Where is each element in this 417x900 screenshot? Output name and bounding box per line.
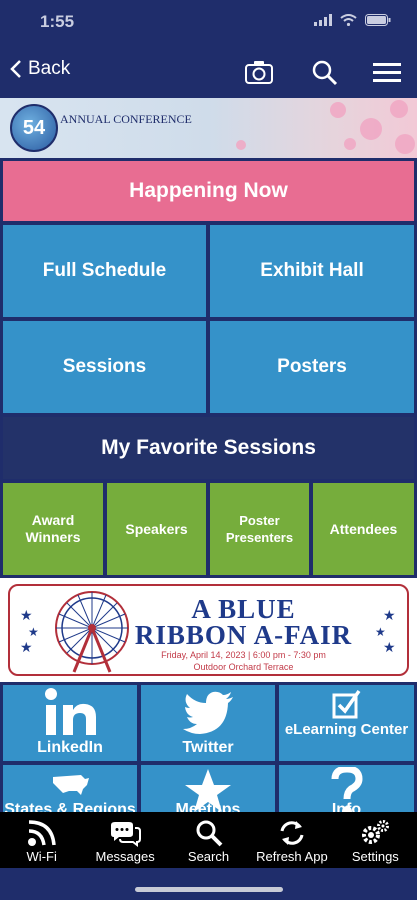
bottom-tab-bar: Wi-Fi Messages Search Refresh App Settin… xyxy=(0,812,417,868)
exhibit-hall-button[interactable]: Exhibit Hall xyxy=(210,225,414,317)
tab-refresh-app[interactable]: Refresh App xyxy=(250,812,333,868)
gear-icon xyxy=(362,820,390,844)
blossom-decoration xyxy=(344,138,356,150)
tab-settings[interactable]: Settings xyxy=(334,812,417,868)
blossom-decoration xyxy=(236,140,246,150)
linkedin-button[interactable]: LinkedIn xyxy=(3,685,137,761)
blossom-decoration xyxy=(395,134,415,154)
award-winners-button[interactable]: Award Winners xyxy=(3,483,103,575)
tab-settings-label: Settings xyxy=(351,849,399,864)
full-schedule-button[interactable]: Full Schedule xyxy=(3,225,206,317)
info-button[interactable]: Info xyxy=(279,765,414,812)
my-favorite-sessions-button[interactable]: My Favorite Sessions xyxy=(3,417,414,479)
status-bar: 1:55 xyxy=(0,0,417,44)
meetups-button[interactable]: Meetups xyxy=(141,765,275,812)
attendees-label: Attendees xyxy=(329,521,398,537)
tab-wifi-label: Wi-Fi xyxy=(26,849,57,864)
back-button[interactable]: Back xyxy=(10,58,70,80)
twitter-label: Twitter xyxy=(182,739,234,756)
chevron-left-icon xyxy=(10,60,21,78)
status-icons xyxy=(314,14,391,26)
tab-messages[interactable]: Messages xyxy=(83,812,166,868)
messages-icon xyxy=(111,822,142,847)
tab-wifi[interactable]: Wi-Fi xyxy=(0,812,83,868)
info-label: Info xyxy=(331,801,362,812)
conference-banner: 54 ANNUAL CONFERENCE xyxy=(0,98,417,158)
blossom-decoration xyxy=(330,102,346,118)
banner-conference-title: ANNUAL CONFERENCE xyxy=(60,112,192,126)
refresh-icon xyxy=(280,821,304,845)
fair-title-line2: RIBBON A-FAIR xyxy=(134,620,353,650)
fair-location: Outdoor Orchard Terrace xyxy=(193,662,294,672)
meetups-label: Meetups xyxy=(175,801,241,812)
navigation-bar: Back xyxy=(0,44,417,98)
states-regions-button[interactable]: States & Regions xyxy=(3,765,137,812)
menu-icon[interactable] xyxy=(372,58,402,86)
wifi-status-icon xyxy=(340,14,357,26)
sessions-button[interactable]: Sessions xyxy=(3,321,206,413)
blossom-decoration xyxy=(390,100,408,118)
camera-icon[interactable] xyxy=(244,58,274,86)
tab-refresh-label: Refresh App xyxy=(256,849,328,864)
status-time: 1:55 xyxy=(40,12,75,31)
tab-search-label: Search xyxy=(187,849,230,864)
elearning-center-button[interactable]: eLearning Center xyxy=(279,685,414,761)
back-label: Back xyxy=(28,58,71,79)
checkbox-icon xyxy=(332,689,361,719)
search-icon xyxy=(196,820,222,847)
sessions-label: Sessions xyxy=(62,356,147,377)
twitter-button[interactable]: Twitter xyxy=(141,685,275,761)
tab-messages-label: Messages xyxy=(95,849,155,864)
home-indicator-area xyxy=(0,868,417,900)
search-icon[interactable] xyxy=(310,58,340,86)
posters-label: Posters xyxy=(277,356,347,377)
fair-frame: ★ ★ ★ ★ ★ ★ A BLUE RIBBON A-FAIR Friday, Apr… xyxy=(8,584,409,676)
signal-icon xyxy=(314,14,332,26)
exhibit-hall-label: Exhibit Hall xyxy=(260,260,364,281)
attendees-button[interactable]: Attendees xyxy=(313,483,414,575)
states-regions-label: States & Regions xyxy=(4,801,136,812)
twitter-icon xyxy=(183,691,233,734)
home-indicator[interactable] xyxy=(135,887,283,892)
us-map-icon xyxy=(53,775,89,795)
happening-now-label: Happening Now xyxy=(129,179,288,202)
award-winners-label: Award Winners xyxy=(25,512,81,545)
fair-date: Friday, April 14, 2023 | 6:00 pm - 7:30 … xyxy=(161,650,326,660)
blossom-decoration xyxy=(360,118,382,140)
blue-ribbon-fair-banner[interactable]: ★ ★ ★ ★ ★ ★ A BLUE RIBBON A-FAIR Friday, Apr… xyxy=(0,578,417,682)
happening-now-button[interactable]: Happening Now xyxy=(3,161,414,221)
speakers-label: Speakers xyxy=(125,521,188,537)
full-schedule-label: Full Schedule xyxy=(42,260,167,281)
linkedin-icon xyxy=(45,688,96,735)
elearning-label: eLearning Center xyxy=(284,721,409,738)
poster-presenters-button[interactable]: Poster Presenters xyxy=(210,483,309,575)
speakers-button[interactable]: Speakers xyxy=(107,483,206,575)
conference-logo: 54 xyxy=(10,104,58,152)
my-favorite-sessions-label: My Favorite Sessions xyxy=(101,436,316,459)
battery-icon xyxy=(365,14,391,26)
tab-search[interactable]: Search xyxy=(167,812,250,868)
poster-presenters-label: Poster Presenters xyxy=(225,513,294,545)
wifi-icon xyxy=(27,820,56,846)
posters-button[interactable]: Posters xyxy=(210,321,414,413)
linkedin-label: LinkedIn xyxy=(37,739,103,756)
